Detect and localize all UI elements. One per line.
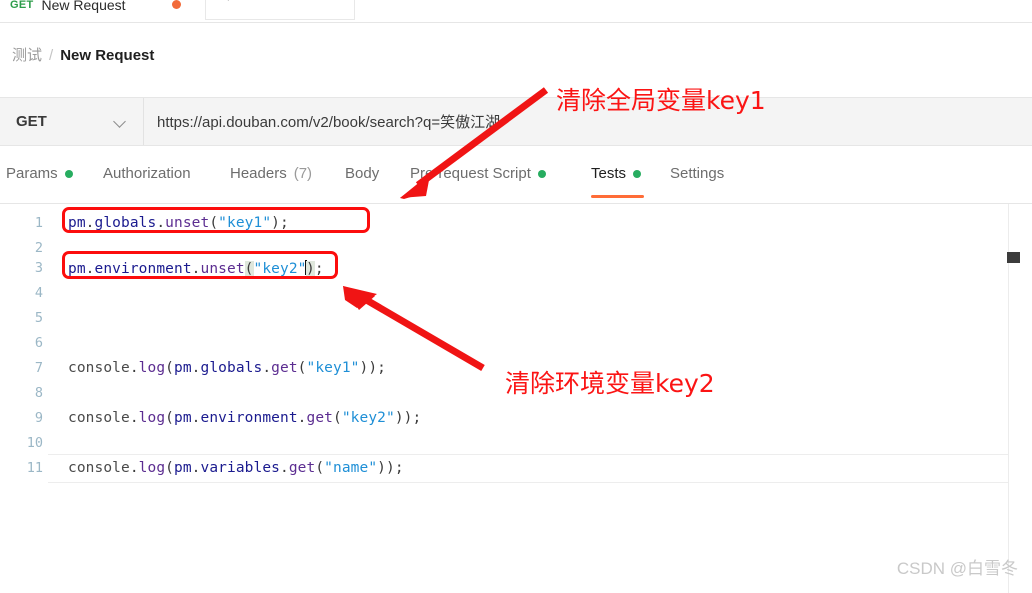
line-number: 6 xyxy=(34,335,43,351)
line-number: 9 xyxy=(34,410,43,426)
tab-body-label: Body xyxy=(345,165,380,182)
editor-scrollbar-thumb[interactable] xyxy=(1007,252,1020,263)
breadcrumb-separator: / xyxy=(49,47,54,64)
line-number: 10 xyxy=(26,435,43,451)
line-number: 8 xyxy=(34,385,43,401)
breadcrumb: 测试 / New Request xyxy=(12,44,154,65)
tab-params[interactable]: Params xyxy=(6,165,73,182)
line-number: 1 xyxy=(34,215,43,231)
code-line-9[interactable]: console.log(pm.environment.get("key2")); xyxy=(68,410,421,426)
url-input[interactable]: https://api.douban.com/v2/book/search?q=… xyxy=(157,98,500,145)
chevron-down-icon xyxy=(115,116,127,128)
line-number: 7 xyxy=(34,360,43,376)
http-method-value: GET xyxy=(16,113,47,130)
pre-request-status-dot-icon xyxy=(537,169,546,178)
line-number: 4 xyxy=(34,285,43,301)
tab-more-options-icon[interactable]: ··· xyxy=(262,0,280,5)
line-number: 5 xyxy=(34,310,43,326)
tab-body[interactable]: Body xyxy=(345,165,379,182)
request-tab-new-request[interactable]: GET New Request xyxy=(0,0,200,22)
active-tab-underline xyxy=(591,195,644,198)
params-status-dot-icon xyxy=(64,169,73,178)
tab-headers[interactable]: Headers (7) xyxy=(230,165,312,182)
annotation-label-clear-global-variable: 清除全局变量key1 xyxy=(556,86,766,115)
breadcrumb-collection[interactable]: 测试 xyxy=(12,44,42,65)
tests-status-dot-icon xyxy=(633,169,642,178)
code-line-11[interactable]: console.log(pm.variables.get("name")); xyxy=(68,460,404,476)
http-method-select[interactable]: GET xyxy=(0,98,144,145)
tab-title-label: New Request xyxy=(41,0,126,13)
line-number: 11 xyxy=(26,460,43,476)
breadcrumb-request-name[interactable]: New Request xyxy=(60,47,154,64)
code-line-7[interactable]: console.log(pm.globals.get("key1")); xyxy=(68,360,386,376)
tab-settings[interactable]: Settings xyxy=(670,165,724,182)
code-line-3[interactable]: pm.environment.unset("key2"); xyxy=(68,260,324,277)
tab-method-label: GET xyxy=(10,0,34,11)
tab-tests-label: Tests xyxy=(591,165,627,182)
tab-pre-request-script-label: Pre-request Script xyxy=(410,165,531,182)
tab-authorization[interactable]: Authorization xyxy=(103,165,191,182)
tab-settings-label: Settings xyxy=(670,165,725,182)
tab-tests[interactable]: Tests xyxy=(591,165,642,182)
tab-authorization-label: Authorization xyxy=(103,165,191,182)
line-number: 2 xyxy=(34,240,43,256)
tab-params-label: Params xyxy=(6,165,58,182)
request-tab-strip: GET New Request + ··· xyxy=(0,0,1032,23)
tab-pre-request-script[interactable]: Pre-request Script xyxy=(410,165,546,182)
csdn-watermark: CSDN @白雪冬 xyxy=(896,559,1018,578)
tab-headers-count: (7) xyxy=(293,165,313,182)
code-line-1[interactable]: pm.globals.unset("key1"); xyxy=(68,215,289,231)
tab-headers-label: Headers xyxy=(230,165,287,182)
unsaved-changes-dot-icon[interactable] xyxy=(172,0,181,9)
line-number-gutter: 1 2 3 4 5 6 7 8 9 10 11 xyxy=(0,204,48,593)
request-section-tabs: Params Authorization Headers (7) Body Pr… xyxy=(0,146,1032,204)
line-number: 3 xyxy=(34,260,43,276)
url-bar: GET https://api.douban.com/v2/book/searc… xyxy=(0,97,1032,146)
annotation-label-clear-environment-variable: 清除环境变量key2 xyxy=(505,369,715,398)
new-tab-plus-icon[interactable]: + xyxy=(224,0,233,5)
